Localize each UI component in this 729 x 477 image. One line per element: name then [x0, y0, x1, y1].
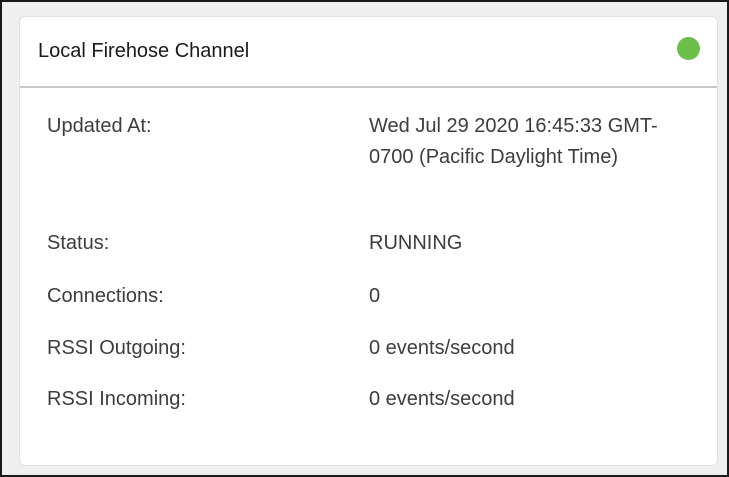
updated-at-value: Wed Jul 29 2020 16:45:33 GMT-0700 (Pacif…: [369, 115, 658, 168]
status-indicator-icon: [677, 37, 700, 60]
rssi-outgoing-value: 0 events/second: [369, 337, 515, 359]
rssi-outgoing-label: RSSI Outgoing:: [47, 337, 186, 359]
screenshot-frame: Local Firehose Channel Updated At: Wed J…: [0, 0, 729, 477]
status-value: RUNNING: [369, 232, 463, 254]
firehose-channel-card: Local Firehose Channel Updated At: Wed J…: [19, 16, 718, 466]
status-label: Status:: [47, 232, 110, 254]
rssi-incoming-label: RSSI Incoming:: [47, 388, 186, 410]
connections-value: 0: [369, 285, 381, 307]
card-header: Local Firehose Channel: [20, 17, 717, 88]
card-title: Local Firehose Channel: [38, 40, 250, 62]
updated-at-label: Updated At:: [47, 115, 152, 137]
rssi-incoming-value: 0 events/second: [369, 388, 515, 410]
connections-label: Connections:: [47, 285, 164, 307]
